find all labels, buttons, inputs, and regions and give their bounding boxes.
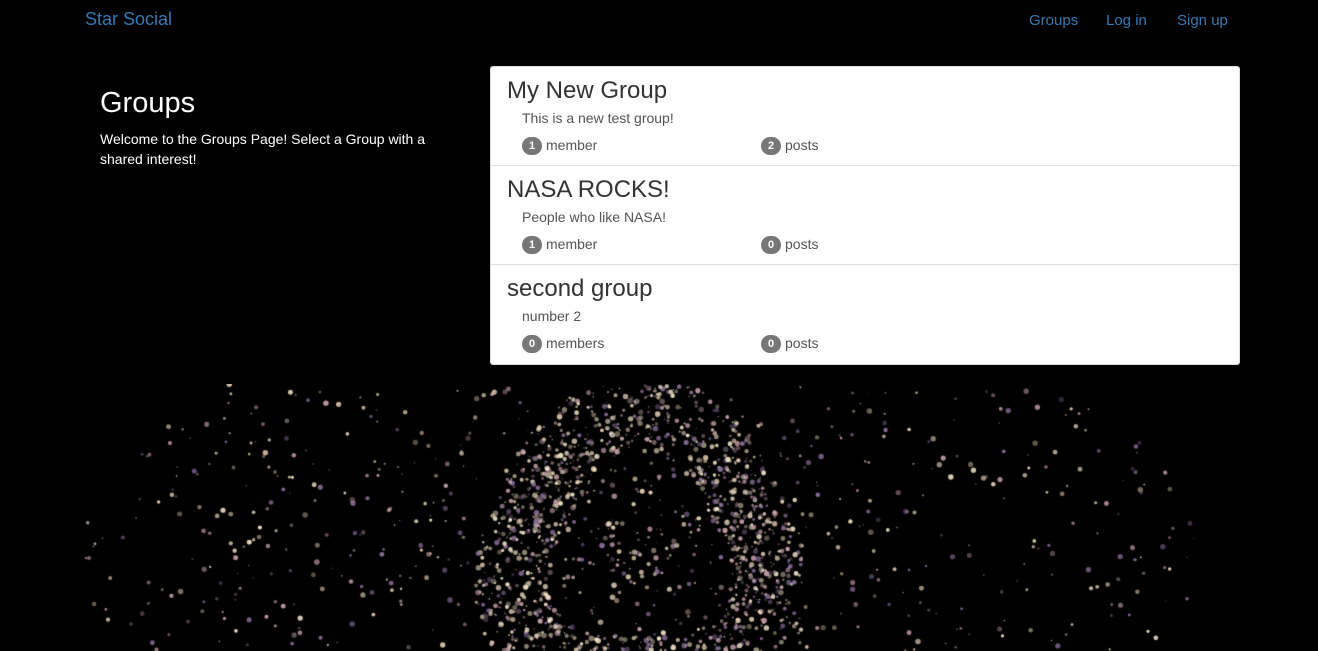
member-stat: 0 members: [522, 335, 604, 353]
group-item[interactable]: second group number 2 0 members 0 posts: [491, 265, 1239, 363]
nav-login-link[interactable]: Log in: [1106, 12, 1147, 29]
brand-link[interactable]: Star Social: [85, 9, 172, 30]
group-item[interactable]: My New Group This is a new test group! 1…: [491, 67, 1239, 166]
post-label: posts: [785, 335, 819, 351]
post-stat: 2 posts: [761, 137, 818, 155]
post-stat: 0 posts: [761, 236, 818, 254]
post-count-badge: 0: [761, 236, 781, 254]
post-label: posts: [785, 137, 819, 153]
nav-groups-link[interactable]: Groups: [1029, 12, 1078, 29]
group-name[interactable]: NASA ROCKS!: [507, 176, 670, 204]
group-list: My New Group This is a new test group! 1…: [490, 66, 1240, 365]
nav-signup-link[interactable]: Sign up: [1177, 12, 1228, 29]
member-label: member: [546, 236, 598, 252]
member-stat: 1 member: [522, 236, 597, 254]
group-name[interactable]: second group: [507, 275, 652, 303]
intro-section: Groups Welcome to the Groups Page! Selec…: [100, 85, 445, 169]
group-description: People who like NASA!: [522, 209, 666, 225]
group-item[interactable]: NASA ROCKS! People who like NASA! 1 membe…: [491, 166, 1239, 265]
navbar: Star Social Groups Log in Sign up: [0, 0, 1318, 40]
page-title: Groups: [100, 87, 196, 119]
post-count-badge: 0: [761, 335, 781, 353]
member-label: member: [546, 137, 598, 153]
post-count-badge: 2: [761, 137, 781, 155]
member-count-badge: 0: [522, 335, 542, 353]
member-label: members: [546, 335, 605, 351]
page: Star Social Groups Log in Sign up Groups…: [0, 0, 1318, 651]
group-description: This is a new test group!: [522, 110, 674, 126]
member-count-badge: 1: [522, 236, 542, 254]
group-description: number 2: [522, 308, 582, 324]
group-name[interactable]: My New Group: [507, 77, 667, 105]
member-count-badge: 1: [522, 137, 542, 155]
particle-background: [0, 384, 1318, 651]
member-stat: 1 member: [522, 137, 597, 155]
intro-text: Welcome to the Groups Page! Select a Gro…: [100, 131, 426, 167]
post-label: posts: [785, 236, 819, 252]
post-stat: 0 posts: [761, 335, 818, 353]
